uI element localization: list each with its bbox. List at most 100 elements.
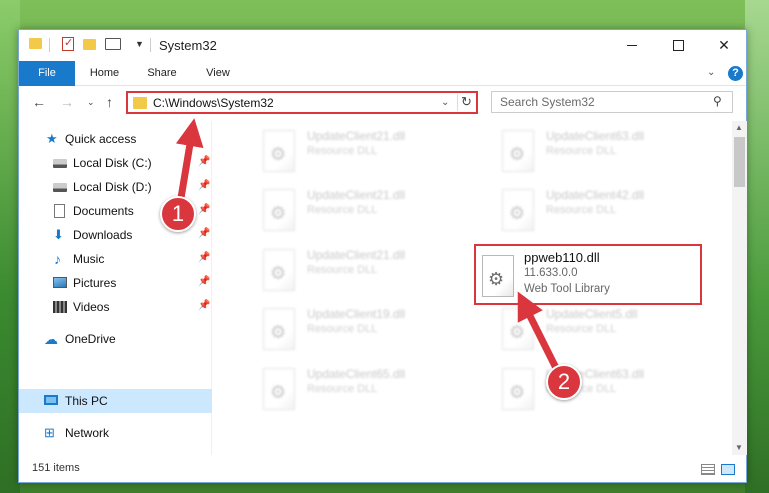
pin-icon[interactable]: 📌: [198, 276, 210, 287]
sidebar-item-local-disk-d[interactable]: Local Disk (D:) 📌: [19, 175, 212, 199]
close-button[interactable]: ✕: [701, 30, 747, 61]
title-bar: ▼ System32 ✕: [19, 30, 746, 61]
sidebar-item-network[interactable]: ⊞ Network: [19, 421, 212, 445]
pin-icon[interactable]: 📌: [198, 204, 210, 215]
properties-check-icon[interactable]: [62, 36, 74, 51]
list-item[interactable]: ⚙ UpdateClient21.dll Resource DLL: [237, 246, 457, 294]
chevron-down-icon[interactable]: ▼: [135, 39, 144, 49]
step-2-badge: 2: [546, 364, 582, 400]
file-name: UpdateClient21.dll: [307, 188, 406, 202]
picture-icon: [53, 277, 67, 288]
tab-file[interactable]: File: [19, 61, 75, 86]
sidebar-item-label: OneDrive: [65, 332, 116, 346]
file-icon: ⚙: [263, 130, 295, 172]
desktop-background-right: [745, 0, 769, 493]
quick-access-toolbar-icon[interactable]: [105, 38, 121, 50]
file-explorer-window: ▼ System32 ✕ File Home Share View ⌄ ? ← …: [18, 29, 747, 483]
sidebar-item-label: Downloads: [73, 228, 133, 242]
recent-locations-chevron-icon[interactable]: ⌄: [87, 97, 95, 108]
tab-share[interactable]: Share: [134, 61, 190, 86]
scroll-down-icon[interactable]: ▼: [735, 443, 743, 452]
download-icon: ⬇: [53, 227, 64, 242]
pin-icon[interactable]: 📌: [198, 228, 210, 239]
sidebar-item-label: Videos: [73, 300, 110, 314]
file-type: Resource DLL: [307, 264, 378, 276]
music-icon: ♪: [54, 251, 61, 267]
file-icon: ⚙: [502, 308, 534, 350]
scrollbar-thumb[interactable]: [734, 137, 745, 187]
sidebar-item-pictures[interactable]: Pictures 📌: [19, 271, 212, 295]
details-view-icon[interactable]: [701, 464, 715, 475]
sidebar-item-label: Local Disk (C:): [73, 156, 152, 170]
file-icon: ⚙: [263, 368, 295, 410]
file-icon: ⚙: [502, 130, 534, 172]
sidebar-item-label: Quick access: [65, 132, 137, 146]
navigation-bar: ← → ⌄ ↑ C:\Windows\System32 ⌄ ↻ ⚲: [19, 87, 746, 119]
address-path[interactable]: C:\Windows\System32: [153, 96, 274, 110]
back-arrow-icon[interactable]: ←: [32, 94, 46, 110]
list-item[interactable]: ⚙ UpdateClient63.dll Resource DLL: [476, 365, 696, 413]
vertical-scrollbar[interactable]: ▲ ▼: [732, 121, 747, 455]
file-list: ⚙ UpdateClient21.dll Resource DLL ⚙ Upda…: [215, 121, 732, 455]
desktop-background-left: [0, 0, 20, 493]
gear-icon: ⚙: [488, 269, 505, 289]
address-bar[interactable]: C:\Windows\System32 ⌄ ↻: [126, 91, 478, 114]
file-icon: ⚙: [502, 368, 534, 410]
file-icon: ⚙: [263, 249, 295, 291]
file-type: Resource DLL: [307, 323, 378, 335]
gear-icon: ⚙: [270, 144, 287, 164]
tab-view[interactable]: View: [190, 61, 246, 86]
large-icons-view-icon[interactable]: [721, 464, 735, 475]
file-type: Resource DLL: [546, 323, 617, 335]
ribbon-tabs: File Home Share View ⌄ ?: [19, 61, 746, 86]
disk-icon: [53, 159, 67, 168]
search-icon[interactable]: ⚲: [713, 94, 722, 108]
sidebar-item-quick-access[interactable]: ★ Quick access: [19, 127, 212, 151]
file-name: UpdateClient42.dll: [546, 188, 645, 202]
chevron-down-icon[interactable]: ⌄: [441, 97, 449, 108]
video-icon: [53, 301, 67, 313]
list-item[interactable]: ⚙ UpdateClient5.dll Resource DLL: [476, 305, 696, 353]
expand-ribbon-icon[interactable]: ⌄: [707, 67, 715, 78]
file-type: Resource DLL: [307, 383, 378, 395]
search-input[interactable]: [500, 95, 700, 109]
window-title: System32: [159, 38, 217, 53]
gear-icon: ⚙: [270, 263, 287, 283]
search-box[interactable]: ⚲: [491, 91, 733, 113]
list-item[interactable]: ⚙ UpdateClient42.dll Resource DLL: [476, 186, 696, 234]
sidebar-item-onedrive[interactable]: ☁ OneDrive: [19, 327, 212, 351]
list-item[interactable]: ⚙ UpdateClient63.dll Resource DLL: [476, 127, 696, 175]
list-item[interactable]: ⚙ UpdateClient19.dll Resource DLL: [237, 305, 457, 353]
sidebar-item-music[interactable]: ♪ Music 📌: [19, 247, 212, 271]
gear-icon: ⚙: [270, 382, 287, 402]
highlighted-file-ppweb110[interactable]: ⚙ ppweb110.dll 11.633.0.0 Web Tool Libra…: [474, 244, 702, 305]
maximize-button[interactable]: [655, 30, 701, 61]
list-item[interactable]: ⚙ UpdateClient65.dll Resource DLL: [237, 365, 457, 413]
pin-icon[interactable]: 📌: [198, 156, 210, 167]
new-folder-icon[interactable]: [83, 39, 96, 50]
up-arrow-icon[interactable]: ↑: [106, 94, 113, 110]
sidebar-item-this-pc[interactable]: This PC: [19, 389, 212, 413]
sidebar-item-local-disk-c[interactable]: Local Disk (C:) 📌: [19, 151, 212, 175]
divider: [49, 38, 50, 52]
refresh-icon[interactable]: ↻: [461, 94, 472, 110]
minimize-button[interactable]: [609, 30, 655, 61]
sidebar-item-videos[interactable]: Videos 📌: [19, 295, 212, 319]
divider: [457, 94, 458, 111]
folder-icon: [29, 38, 42, 49]
pin-icon[interactable]: 📌: [198, 252, 210, 263]
list-item[interactable]: ⚙ UpdateClient21.dll Resource DLL: [237, 186, 457, 234]
tab-home[interactable]: Home: [75, 61, 134, 86]
help-icon[interactable]: ?: [728, 66, 743, 81]
forward-arrow-icon[interactable]: →: [60, 94, 74, 110]
sidebar-item-label: Local Disk (D:): [73, 180, 152, 194]
list-item[interactable]: ⚙ UpdateClient21.dll Resource DLL: [237, 127, 457, 175]
scroll-up-icon[interactable]: ▲: [735, 123, 743, 132]
pin-icon[interactable]: 📌: [198, 300, 210, 311]
file-name: UpdateClient63.dll: [546, 129, 645, 143]
file-name: ppweb110.dll: [524, 250, 600, 265]
pin-icon[interactable]: 📌: [198, 180, 210, 191]
gear-icon: ⚙: [509, 203, 526, 223]
file-icon: ⚙: [263, 308, 295, 350]
cloud-icon: ☁: [44, 331, 58, 347]
